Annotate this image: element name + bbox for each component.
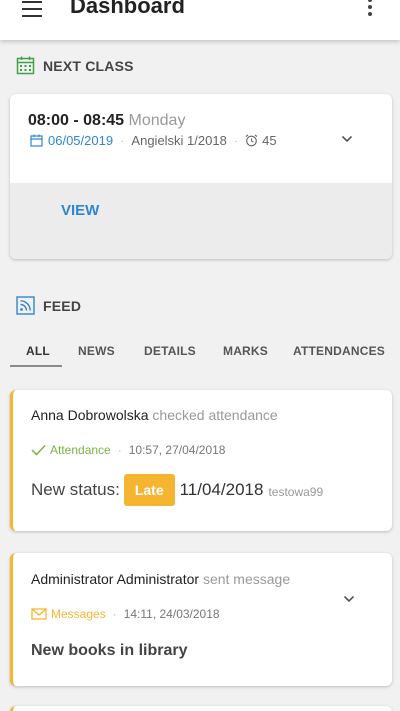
status-date: 11/04/2018: [179, 480, 264, 499]
class-date: 06/05/2019: [48, 133, 114, 148]
view-button[interactable]: VIEW: [61, 202, 99, 219]
active-tab-indicator: [10, 365, 62, 367]
calendar-small-icon: [30, 134, 43, 147]
chevron-down-icon[interactable]: [343, 593, 355, 605]
class-duration: 45: [262, 133, 277, 148]
status-badge: Late: [123, 474, 175, 506]
feed-item-header: Anna Dobrowolska checked attendance: [31, 407, 278, 423]
class-time-range: 08:00 - 08:45 Monday: [28, 112, 185, 130]
next-class-card[interactable]: 08:00 - 08:45 Monday 06/05/2019 · Angiel…: [10, 94, 392, 259]
attendance-status: New status: Late 11/04/2018 testowa99: [31, 474, 323, 506]
feed-author: Administrator Administrator: [31, 571, 200, 587]
separator-dot: ·: [120, 133, 125, 148]
feed-header: FEED: [16, 296, 81, 315]
envelope-icon: [31, 608, 47, 620]
separator-dot: ·: [117, 443, 122, 457]
class-day: Monday: [128, 112, 186, 129]
feed-item-attendance[interactable]: Anna Dobrowolska checked attendance Atte…: [10, 390, 392, 531]
feed-action: checked attendance: [152, 407, 278, 423]
feed-category: Attendance: [50, 443, 111, 457]
class-course: Angielski 1/2018: [131, 133, 227, 148]
feed-item-meta: Messages · 14:11, 24/03/2018: [31, 607, 220, 621]
more-vert-icon[interactable]: [365, 0, 375, 18]
chevron-down-icon[interactable]: [341, 133, 353, 145]
rss-feed-icon: [16, 296, 35, 315]
tab-details[interactable]: DETAILS: [144, 344, 196, 358]
tab-all[interactable]: ALL: [26, 344, 50, 358]
status-user: testowa99: [268, 485, 324, 499]
tab-marks[interactable]: MARKS: [223, 344, 268, 358]
page-title: Dashboard: [70, 0, 185, 18]
feed-author: Anna Dobrowolska: [31, 407, 149, 423]
message-subject: New books in library: [31, 642, 188, 659]
feed-title: FEED: [43, 297, 82, 314]
next-class-header: NEXT CLASS: [16, 56, 134, 75]
feed-timestamp: 14:11, 24/03/2018: [123, 607, 220, 621]
class-time: 08:00 - 08:45: [28, 112, 125, 129]
feed-item-header: Administrator Administrator sent message: [31, 571, 290, 587]
feed-tabs: ALL NEWS DETAILS MARKS ATTENDANCES: [10, 337, 400, 367]
calendar-icon: [16, 56, 35, 75]
feed-item-meta: Attendance · 10:57, 27/04/2018: [31, 443, 225, 457]
feed-item-message[interactable]: Administrator Administrator sent message…: [10, 553, 392, 686]
next-class-title: NEXT CLASS: [43, 57, 134, 74]
feed-category: Messages: [51, 607, 106, 621]
tab-attendances[interactable]: ATTENDANCES: [293, 344, 385, 358]
next-class-card-footer: VIEW: [10, 183, 392, 259]
feed-action: sent message: [202, 571, 291, 587]
feed-timestamp: 10:57, 27/04/2018: [128, 443, 226, 457]
hamburger-menu-icon[interactable]: [22, 0, 44, 18]
status-label: New status:: [31, 480, 120, 499]
app-bar: Dashboard: [0, 0, 400, 40]
class-meta: 06/05/2019 · Angielski 1/2018 · 45: [30, 133, 277, 148]
feed-item-next[interactable]: [10, 706, 392, 711]
alarm-clock-icon: [245, 134, 258, 147]
tab-news[interactable]: NEWS: [78, 344, 115, 358]
separator-dot: ·: [112, 607, 117, 621]
checkmark-icon: [31, 444, 46, 456]
separator-dot: ·: [233, 133, 239, 148]
